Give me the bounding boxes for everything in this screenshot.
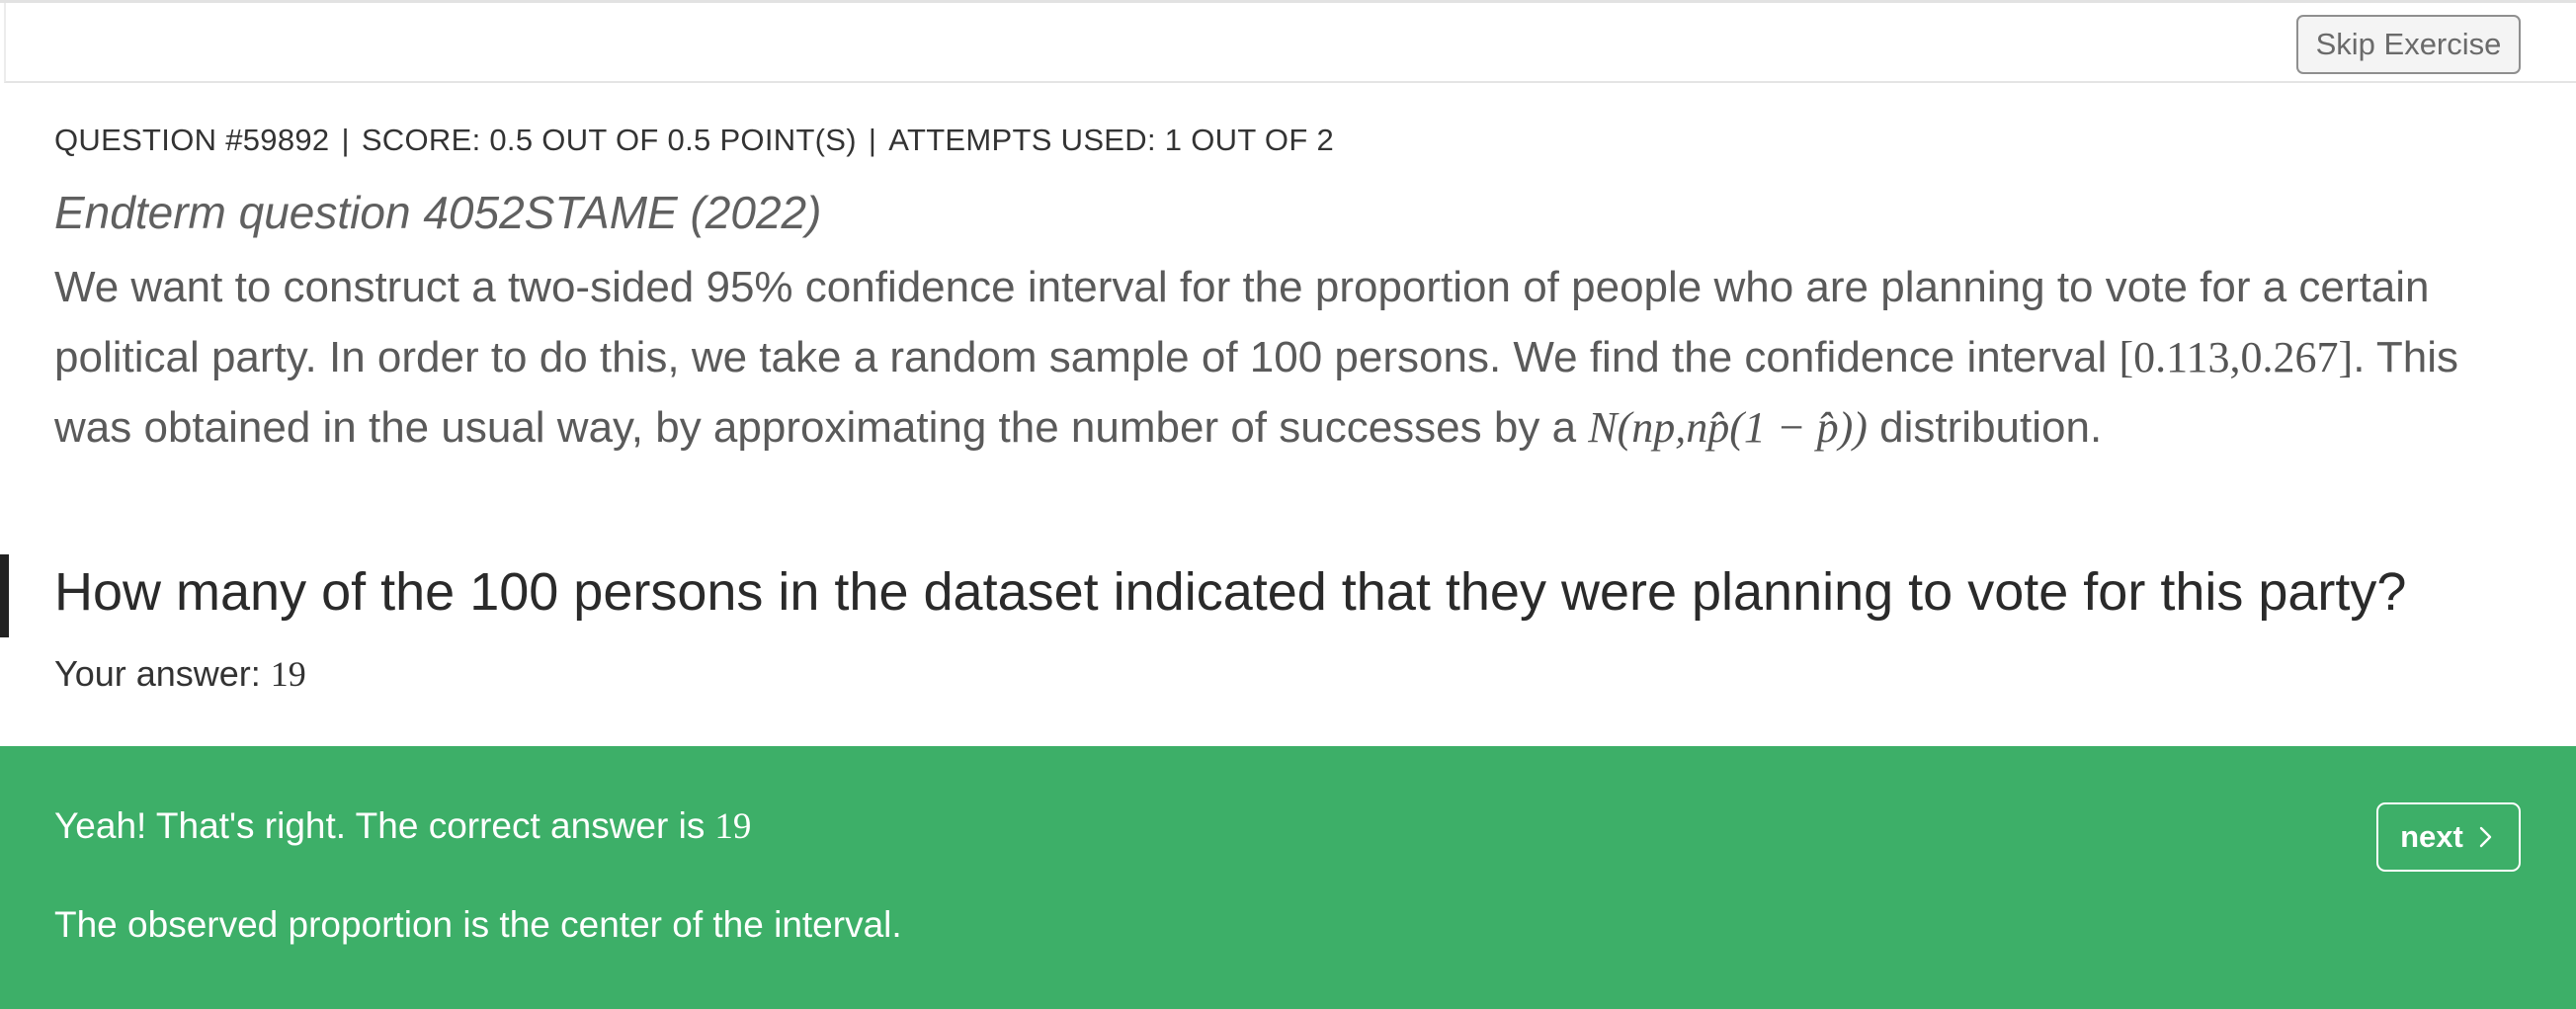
feedback-panel: Yeah! That's right. The correct answer i… [0, 746, 2576, 1009]
exercise-toolbar: Skip Exercise [4, 3, 2576, 83]
exercise-body: We want to construct a two-sided 95% con… [54, 252, 2525, 462]
answer-label: Your answer: [54, 653, 261, 694]
separator: | [868, 123, 877, 157]
question-number: QUESTION #59892 [54, 123, 330, 157]
body-text-part1: We want to construct a two-sided 95% con… [54, 263, 2430, 381]
skip-exercise-button[interactable]: Skip Exercise [2296, 15, 2521, 74]
separator: | [341, 123, 350, 157]
score-text: SCORE: 0.5 OUT OF 0.5 POINT(S) [361, 123, 857, 157]
question-text: How many of the 100 persons in the datas… [54, 562, 2407, 622]
feedback-text: Yeah! That's right. The correct answer i… [54, 805, 706, 846]
next-button[interactable]: next [2376, 802, 2521, 872]
feedback-explanation: The observed proportion is the center of… [54, 904, 902, 945]
attempts-text: ATTEMPTS USED: 1 OUT OF 2 [888, 123, 1335, 157]
question-meta: QUESTION #59892 | SCORE: 0.5 OUT OF 0.5 PO… [54, 123, 1334, 158]
question-marker [0, 554, 9, 637]
body-text-part3: distribution. [1879, 403, 2103, 452]
exercise-title: Endterm question 4052STAME (2022) [54, 187, 822, 238]
answer-value: 19 [270, 654, 306, 694]
correct-answer-value: 19 [714, 806, 752, 847]
your-answer: Your answer: 19 [54, 653, 306, 695]
distribution-math: N(np,np̂(1 − p̂)) [1588, 403, 1868, 452]
next-label: next [2400, 819, 2463, 854]
confidence-interval-math: [0.113,0.267] [2119, 333, 2354, 381]
chevron-right-icon [2479, 826, 2492, 848]
feedback-message: Yeah! That's right. The correct answer i… [54, 805, 751, 848]
